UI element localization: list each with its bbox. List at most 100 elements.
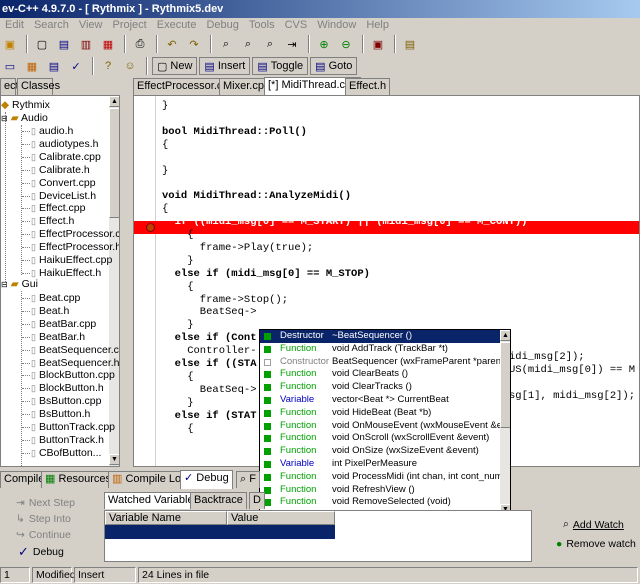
tree-file[interactable]: ▯ BeatBar.cpp [31,318,96,331]
tab-project[interactable]: ect [0,78,19,95]
tree-file[interactable]: ▯ Beat.h [31,305,69,318]
tree-file[interactable]: ▯ ButtonTrack.h [31,434,104,447]
tab-watched-variables[interactable]: Watched Variables [104,492,204,509]
tree-file[interactable]: ▯ ButtonTrack.cpp [31,421,115,434]
completion-item[interactable]: Function void ClearBeats () [260,368,500,381]
tree-folder-gui[interactable]: ⊟ ▰ Gui [1,278,38,291]
open-icon[interactable]: ▣ [0,35,20,53]
scroll-up-icon[interactable]: ▲ [500,330,510,341]
tab-backtrace[interactable]: Backtrace [190,492,247,509]
add-to-project-icon[interactable]: ⊕ [314,35,334,53]
tree-scroll-thumb[interactable] [109,108,119,218]
tree-file[interactable]: ▯ BeatSequencer.h [31,357,119,370]
tree-file[interactable]: ▯ HaikuEffect.h [31,267,101,280]
grid-icon[interactable]: ▦ [22,57,42,75]
tab-debug-output[interactable]: D [249,492,265,509]
check-icon[interactable]: ✓ [66,57,86,75]
tree-file[interactable]: ▯ Beat.cpp [31,292,80,305]
next-step-button[interactable]: ⇥ Next Step [16,497,75,509]
new-bookmark-button[interactable]: ▢ New [152,57,198,75]
watch-row-selected[interactable] [105,525,335,539]
completion-item[interactable]: Function void AddTrack (TrackBar *t) [260,343,500,356]
insert-button[interactable]: ▤ Insert [199,57,251,75]
tab-classes[interactable]: Classes [17,78,60,95]
breakpoint-icon[interactable] [146,223,155,232]
tree-file[interactable]: ▯ BlockButton.h [31,382,104,395]
tree-file[interactable]: ▯ BeatSequencer.c [31,344,119,357]
undo-icon[interactable]: ↶ [162,35,182,53]
completion-item[interactable]: Function void HideBeat (Beat *b) [260,407,500,420]
scroll-up-icon[interactable]: ▲ [109,96,119,107]
watch-table[interactable]: Variable Name Value [104,510,532,562]
class-browser-icon[interactable]: ▭ [0,57,20,75]
remove-watch-button[interactable]: ● Remove watch [556,538,636,550]
step-into-button[interactable]: ↳ Step Into [16,513,71,525]
completion-item[interactable]: Destructor ~BeatSequencer () [260,330,500,343]
tree-file[interactable]: ▯ CBofButton... [31,447,101,460]
tab-effect-h[interactable]: Effect.h [345,78,391,95]
remove-from-project-icon[interactable]: ⊖ [336,35,356,53]
compile-icon[interactable]: ▣ [368,35,388,53]
tree-file[interactable]: ▯ HaikuEffect.cpp [31,254,112,267]
menu-debug[interactable]: Debug [201,18,243,33]
debug-button[interactable]: ✓ Debug [18,544,64,560]
project-options-icon[interactable]: ▤ [400,35,420,53]
tree-file[interactable]: ▯ Effect.h [31,215,74,228]
menu-cvs[interactable]: CVS [280,18,313,33]
toggle-button[interactable]: ▤ Toggle [252,57,309,75]
tab-compile-log[interactable]: ▥ Compile Log [108,471,192,488]
menu-execute[interactable]: Execute [152,18,202,33]
tree-file[interactable]: ▯ Calibrate.h [31,164,90,177]
menu-help[interactable]: Help [361,18,394,33]
menu-project[interactable]: Project [107,18,151,33]
goto-button[interactable]: ▤ Goto [310,57,358,75]
find-next-icon[interactable]: ⌕ [260,35,280,53]
completion-item[interactable]: Constructor BeatSequencer (wxFrameParent … [260,356,506,369]
find-icon[interactable]: ⌕ [216,35,236,53]
completion-scroll-thumb[interactable] [500,342,510,428]
close-file-icon[interactable]: ▦ [98,35,118,53]
tree-scrollbar[interactable]: ▲ ▼ [109,96,119,466]
tree-file[interactable]: ▯ BlockButton.cpp [31,369,115,382]
save-all-icon[interactable]: ▥ [76,35,96,53]
menu-window[interactable]: Window [312,18,361,33]
continue-button[interactable]: ↪ Continue [16,529,71,541]
tree-file[interactable]: ▯ EffectProcessor.h [31,241,119,254]
add-watch-button[interactable]: ⌕ Add Watch [563,518,624,531]
tree-file[interactable]: ▯ Convert.cpp [31,177,96,190]
scroll-down-icon[interactable]: ▼ [109,454,119,465]
tab-debug[interactable]: ✓ Debug [180,470,233,489]
save-icon[interactable]: ▤ [54,35,74,53]
menu-view[interactable]: View [74,18,108,33]
tab-resources[interactable]: ▦ Resources [41,471,116,488]
col-value[interactable]: Value [227,511,335,525]
tree-file[interactable]: ▯ DeviceList.h [31,190,96,203]
tree-file[interactable]: ▯ Calibrate.cpp [31,151,101,164]
about-icon[interactable]: ☺ [120,57,140,75]
table-icon[interactable]: ▤ [44,57,64,75]
tree-file[interactable]: ▯ EffectProcessor.c [31,228,119,241]
completion-item[interactable]: Function void OnScroll (wxScrollEvent &ev… [260,432,500,445]
new-file-icon[interactable]: ▢ [32,35,52,53]
completion-item[interactable]: Function void ClearTracks () [260,381,500,394]
menu-edit[interactable]: Edit [0,18,29,33]
tree-file[interactable]: ▯ Effect.cpp [31,202,85,215]
tree-file[interactable]: ▯ BsButton.cpp [31,395,101,408]
tree-file[interactable]: ▯ BeatBar.h [31,331,85,344]
redo-icon[interactable]: ↷ [184,35,204,53]
tree-file[interactable]: ▯ BsButton.h [31,408,90,421]
menu-tools[interactable]: Tools [244,18,280,33]
completion-item[interactable]: Function void OnMouseEvent (wxMouseEvent … [260,420,507,433]
menu-search[interactable]: Search [29,18,74,33]
replace-icon[interactable]: ⌕ [238,35,258,53]
tree-folder-audio[interactable]: ⊟ ▰ Audio [1,112,48,125]
tab-find[interactable]: ⌕ F [236,471,260,488]
goto-line-icon[interactable]: ⇥ [282,35,302,53]
tree-file[interactable]: ▯ audiotypes.h [31,138,99,151]
col-variable-name[interactable]: Variable Name [105,511,227,525]
completion-item[interactable]: Variable vector<Beat *> CurrentBeat [260,394,500,407]
tree-file[interactable]: ▯ audio.h [31,125,73,138]
help-icon[interactable]: ? [98,57,118,75]
completion-item[interactable]: Function void OnSize (wxSizeEvent &event) [260,445,500,458]
print-icon[interactable]: ⎙ [130,35,150,53]
